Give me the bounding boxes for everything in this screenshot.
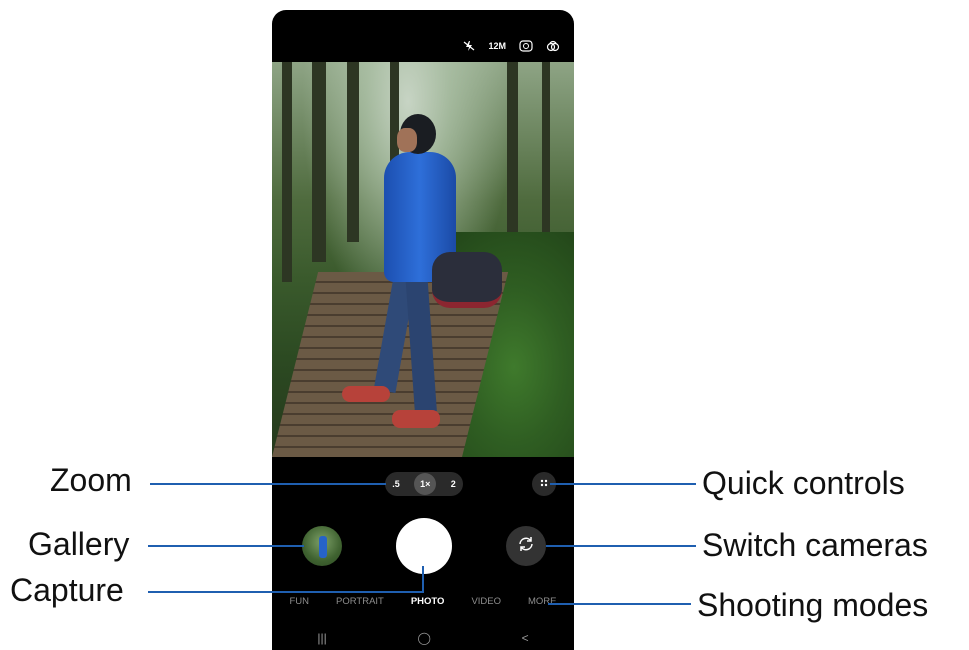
recent-apps-button[interactable]: ||| (317, 631, 326, 645)
callout-gallery-label: Gallery (28, 526, 130, 562)
mode-video[interactable]: VIDEO (471, 596, 501, 607)
callout-quick-controls-label: Quick controls (702, 465, 905, 501)
camera-top-bar: 12M (272, 10, 574, 62)
phone-screen: 12M .5 1× 2 FUN PORTRAIT PHOTO VIDEO MOR… (272, 10, 574, 650)
timer-icon[interactable] (519, 40, 533, 52)
filter-icon[interactable] (546, 40, 560, 52)
callout-switch-cameras-label: Switch cameras (702, 527, 928, 563)
mode-fun[interactable]: FUN (289, 596, 309, 607)
callout-zoom-label: Zoom (50, 462, 132, 498)
gallery-thumbnail[interactable] (302, 526, 342, 566)
camera-viewfinder[interactable] (272, 62, 574, 457)
shooting-modes-bar[interactable]: FUN PORTRAIT PHOTO VIDEO MORE (272, 596, 574, 607)
callout-shooting-modes-line (548, 603, 691, 605)
callout-switch-cameras-line (546, 545, 696, 547)
zoom-option-1x[interactable]: 1× (414, 473, 437, 495)
mode-more[interactable]: MORE (528, 596, 557, 607)
callout-capture-line-v (422, 566, 424, 593)
callout-zoom-line (150, 483, 386, 485)
mode-photo[interactable]: PHOTO (411, 596, 445, 607)
flash-off-icon[interactable] (463, 40, 475, 52)
callout-capture-label: Capture (10, 572, 124, 608)
back-button[interactable]: < (522, 631, 529, 645)
zoom-option-2[interactable]: 2 (451, 479, 456, 489)
home-button[interactable]: ◯ (417, 631, 430, 645)
zoom-selector[interactable]: .5 1× 2 (385, 472, 463, 496)
quick-controls-icon (539, 475, 549, 493)
system-nav-bar: ||| ◯ < (272, 626, 574, 650)
rotate-camera-icon (516, 534, 536, 559)
mode-portrait[interactable]: PORTRAIT (336, 596, 384, 607)
resolution-label[interactable]: 12M (488, 41, 506, 51)
capture-button[interactable] (396, 518, 452, 574)
callout-capture-line-h (148, 591, 424, 593)
callout-shooting-modes-label: Shooting modes (697, 587, 929, 623)
zoom-option-0-5[interactable]: .5 (392, 479, 400, 489)
switch-cameras-button[interactable] (506, 526, 546, 566)
callout-quick-controls-line (550, 483, 696, 485)
callout-gallery-line (148, 545, 304, 547)
